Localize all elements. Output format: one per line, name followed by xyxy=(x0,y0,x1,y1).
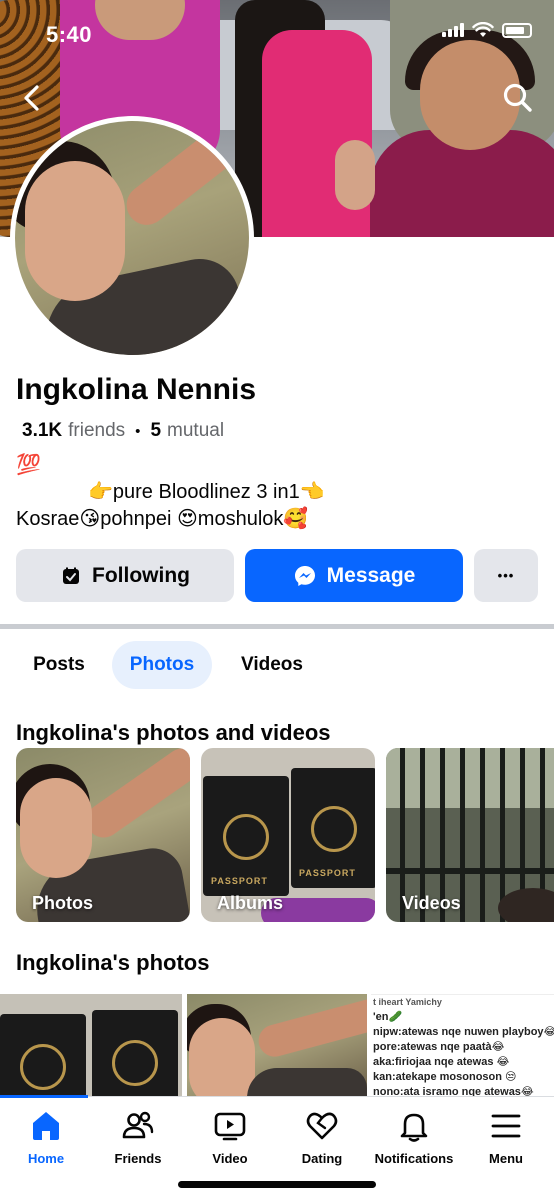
avatar-photo xyxy=(15,121,249,355)
nav-home-label: Home xyxy=(27,1151,65,1166)
nav-dating-label: Dating xyxy=(301,1151,343,1166)
photos-title: Ingkolina's photos xyxy=(16,950,210,975)
post-text-line: nipw:atewas nqe nuwen playboy😂 xyxy=(373,1026,554,1038)
bio-line: Kosrae😘pohnpei 😍moshulok🥰 xyxy=(16,508,309,530)
mutual-count: 5 xyxy=(150,420,162,441)
following-button[interactable]: Following xyxy=(16,549,234,602)
tile-photo-arm xyxy=(80,748,190,845)
home-indicator xyxy=(178,1181,376,1188)
photo-thumbnail[interactable] xyxy=(187,994,367,1096)
cover-photo-hand xyxy=(335,140,375,210)
status-icons xyxy=(442,22,532,38)
photo-face xyxy=(189,1018,255,1096)
cellular-signal-icon xyxy=(442,23,464,37)
tab-photos[interactable]: Photos xyxy=(112,641,212,689)
message-label: Message xyxy=(326,563,416,587)
messenger-icon xyxy=(294,565,315,586)
back-button[interactable] xyxy=(14,80,50,116)
more-options-button[interactable]: ••• xyxy=(474,549,538,602)
photos-album-tile[interactable]: Photos xyxy=(16,748,190,922)
tile-background xyxy=(386,748,554,808)
following-label: Following xyxy=(92,563,190,587)
photo-shirt xyxy=(247,1068,367,1096)
bell-icon xyxy=(400,1113,428,1142)
friend-counts[interactable]: 3.1K friends • 5 mutual xyxy=(22,420,224,442)
avatar-arm xyxy=(118,121,249,233)
nav-dating[interactable]: Dating xyxy=(276,1109,368,1166)
video-icon xyxy=(214,1112,246,1141)
profile-bio: 💯 👉pure Bloodlinez 3 in1👈 Kosrae😘pohnpei… xyxy=(16,452,325,533)
active-tab-indicator xyxy=(0,1095,88,1098)
nav-menu-label: Menu xyxy=(489,1151,523,1166)
videos-tile[interactable]: Videos xyxy=(386,748,554,922)
railing-bar xyxy=(480,748,485,922)
nav-video[interactable]: Video xyxy=(184,1109,276,1166)
heart-icon xyxy=(306,1112,338,1140)
passport-image: PASSPORT xyxy=(291,768,375,888)
nav-friends-label: Friends xyxy=(114,1151,162,1166)
post-text-line: 'en🥒 xyxy=(373,1011,403,1023)
friends-count: 3.1K xyxy=(22,420,63,441)
chevron-left-icon xyxy=(24,85,39,111)
albums-tile[interactable]: PASSPORT PASSPORT Albums xyxy=(201,748,375,922)
friends-icon xyxy=(122,1111,154,1139)
tile-photo-face xyxy=(20,778,92,878)
more-dots-icon: ••• xyxy=(497,568,515,583)
nav-menu[interactable]: Menu xyxy=(460,1109,552,1166)
photo-thumbnail[interactable] xyxy=(0,994,182,1096)
nav-notifications[interactable]: Notifications xyxy=(368,1109,460,1166)
photo-thumbnail[interactable]: t iheart Yamichy 'en🥒 nipw:atewas nqe nu… xyxy=(371,994,554,1096)
photos-tile-label: Photos xyxy=(32,893,93,913)
photo-arm xyxy=(255,995,367,1061)
videos-tile-label: Videos xyxy=(402,893,461,913)
home-icon xyxy=(33,1112,59,1140)
search-button[interactable] xyxy=(500,80,536,116)
tile-object xyxy=(498,888,554,922)
friends-label: friends xyxy=(68,420,126,441)
passport-text: PASSPORT xyxy=(299,868,356,878)
mutual-label: mutual xyxy=(167,420,225,441)
profile-avatar[interactable] xyxy=(10,116,254,360)
following-check-icon xyxy=(63,567,79,584)
post-text-line: nono:ata isramo nqe atewas😂 xyxy=(373,1086,534,1096)
avatar-face xyxy=(25,161,125,301)
tab-posts[interactable]: Posts xyxy=(16,641,102,689)
post-text-line: kan:atekape mosonoson 😒 xyxy=(373,1071,517,1083)
railing-bar xyxy=(386,868,554,874)
bio-line: 💯 xyxy=(16,454,41,476)
nav-home[interactable]: Home xyxy=(0,1109,92,1166)
passport-image xyxy=(92,1010,178,1096)
nav-video-label: Video xyxy=(212,1151,248,1166)
tab-videos[interactable]: Videos xyxy=(222,641,322,689)
photos-videos-title: Ingkolina's photos and videos xyxy=(16,720,331,745)
search-icon xyxy=(503,83,532,112)
section-divider xyxy=(0,624,554,629)
message-button[interactable]: Message xyxy=(245,549,463,602)
nav-notifications-label: Notifications xyxy=(374,1151,454,1166)
bio-line: 👉pure Bloodlinez 3 in1👈 xyxy=(88,481,325,503)
passport-text: PASSPORT xyxy=(211,876,268,886)
passport-image: PASSPORT xyxy=(203,776,289,896)
battery-icon xyxy=(502,22,532,38)
nav-friends[interactable]: Friends xyxy=(92,1109,184,1166)
passport-image xyxy=(0,1014,86,1096)
wifi-icon xyxy=(472,22,494,37)
post-text-line: aka:firiojaa nqe atewas 😂 xyxy=(373,1056,510,1068)
counts-separator: • xyxy=(135,423,141,440)
post-text-line: pore:atewas nqe paatà😂 xyxy=(373,1041,505,1053)
profile-name: Ingkolina Nennis xyxy=(16,373,257,406)
menu-icon xyxy=(491,1114,521,1138)
post-text-line: t iheart Yamichy xyxy=(373,997,442,1007)
albums-tile-label: Albums xyxy=(217,893,284,913)
status-time: 5:40 xyxy=(46,22,93,47)
